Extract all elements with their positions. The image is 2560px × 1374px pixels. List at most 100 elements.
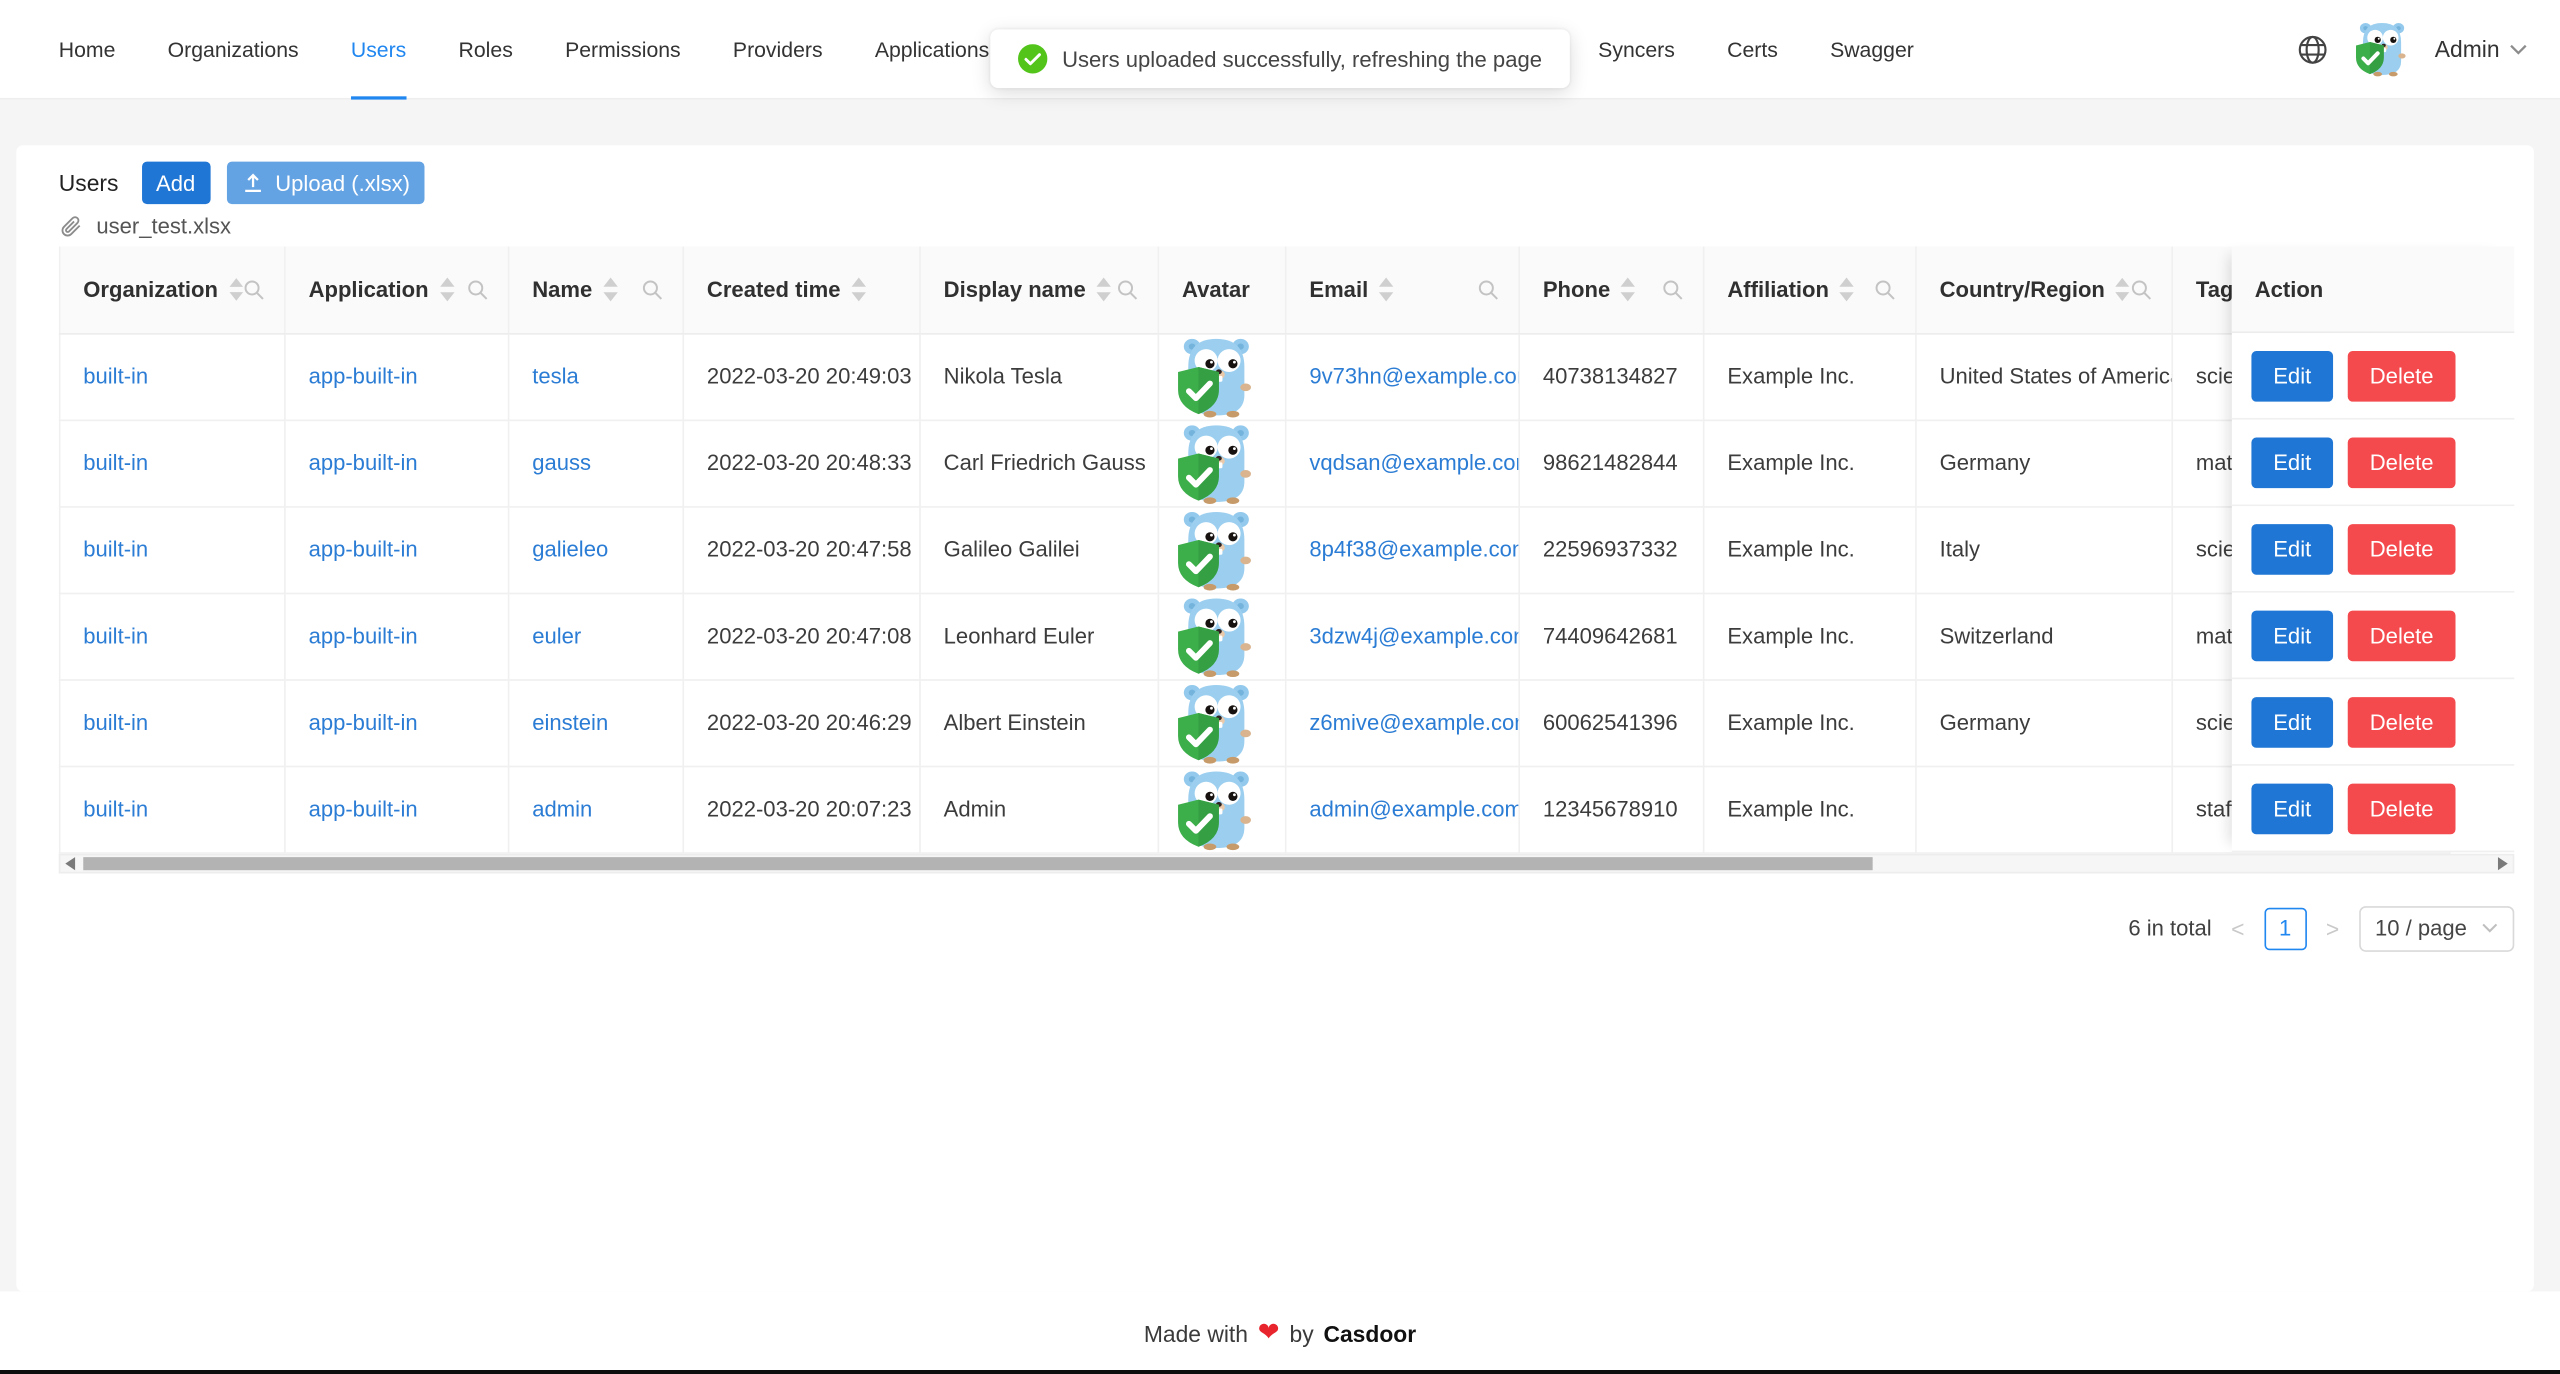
page-number[interactable]: 1 (2263, 906, 2307, 950)
delete-button[interactable]: Delete (2347, 436, 2456, 488)
column-header-country-region[interactable]: Country/Region (1915, 246, 2174, 334)
edit-button[interactable]: Edit (2251, 523, 2334, 574)
affiliation-cell: Example Inc. (1703, 506, 1917, 594)
nav-item-home[interactable]: Home (33, 0, 142, 98)
delete-button[interactable]: Delete (2347, 523, 2456, 574)
column-label: Name (532, 277, 593, 302)
sort-icon[interactable] (1378, 277, 1394, 301)
organization-link[interactable]: built-in (83, 451, 148, 475)
application-link[interactable]: app-built-in (309, 624, 418, 648)
email-link[interactable]: 8p4f38@example.com (1309, 537, 1517, 561)
scroll-left-arrow[interactable] (60, 855, 80, 871)
upload-xlsx-button[interactable]: Upload (.xlsx) (226, 161, 425, 205)
phone-cell: 12345678910 (1519, 765, 1705, 854)
organization-link[interactable]: built-in (83, 624, 148, 648)
scrollbar-thumb[interactable] (83, 856, 1873, 870)
sort-icon[interactable] (228, 277, 243, 301)
sort-icon[interactable] (602, 277, 618, 301)
column-header-display-name[interactable]: Display name (919, 246, 1160, 334)
search-icon[interactable] (1478, 279, 1499, 300)
user-avatar (1176, 336, 1258, 418)
user-name-link[interactable]: tesla (532, 364, 579, 388)
page-size-select[interactable]: 10 / page (2358, 905, 2515, 952)
column-header-name[interactable]: Name (508, 246, 685, 334)
footer-brand-link[interactable]: Casdoor (1323, 1321, 1416, 1347)
search-icon[interactable] (1662, 279, 1683, 300)
sort-icon[interactable] (1620, 277, 1636, 301)
email-link[interactable]: 9v73hn@example.com (1309, 364, 1517, 388)
application-link[interactable]: app-built-in (309, 364, 418, 388)
sort-icon[interactable] (1839, 277, 1855, 301)
delete-button[interactable]: Delete (2347, 696, 2456, 747)
search-icon[interactable] (2131, 279, 2152, 300)
email-link[interactable]: 3dzw4j@example.com (1309, 624, 1517, 648)
nav-item-syncers[interactable]: Syncers (1572, 0, 1701, 98)
user-menu[interactable]: Admin (2435, 36, 2528, 62)
nav-item-organizations[interactable]: Organizations (142, 0, 325, 98)
next-page-button[interactable]: > (2321, 915, 2344, 941)
user-name-link[interactable]: gauss (532, 451, 591, 475)
column-header-affiliation[interactable]: Affiliation (1703, 246, 1917, 334)
email-link[interactable]: admin@example.com (1309, 797, 1517, 821)
delete-button[interactable]: Delete (2347, 350, 2456, 401)
country-cell: United States of America (1915, 333, 2174, 421)
display-name-cell: Carl Friedrich Gauss (919, 419, 1160, 507)
language-globe-icon[interactable] (2296, 32, 2330, 66)
edit-button[interactable]: Edit (2251, 609, 2334, 661)
user-name-link[interactable]: galieleo (532, 537, 608, 561)
user-name-link[interactable]: einstein (532, 710, 608, 734)
user-name-link[interactable]: admin (532, 797, 592, 821)
edit-button[interactable]: Edit (2251, 782, 2334, 834)
horizontal-scrollbar[interactable] (58, 853, 2515, 873)
affiliation-cell: Example Inc. (1703, 765, 1917, 854)
nav-item-swagger[interactable]: Swagger (1804, 0, 1940, 98)
application-link[interactable]: app-built-in (309, 797, 418, 821)
application-link[interactable]: app-built-in (309, 451, 418, 475)
delete-button[interactable]: Delete (2347, 609, 2456, 661)
search-icon[interactable] (243, 279, 264, 300)
nav-item-certs[interactable]: Certs (1701, 0, 1804, 98)
application-link[interactable]: app-built-in (309, 537, 418, 561)
organization-link[interactable]: built-in (83, 797, 148, 821)
sort-icon[interactable] (2115, 277, 2131, 301)
email-link[interactable]: vqdsan@example.com (1309, 451, 1517, 475)
display-name-cell: Admin (919, 765, 1160, 854)
column-label: Phone (1542, 277, 1611, 302)
search-icon[interactable] (1874, 279, 1895, 300)
column-header-application[interactable]: Application (284, 246, 510, 334)
nav-item-roles[interactable]: Roles (432, 0, 539, 98)
organization-link[interactable]: built-in (83, 537, 148, 561)
nav-item-permissions[interactable]: Permissions (539, 0, 707, 98)
search-icon[interactable] (467, 279, 488, 300)
sort-icon[interactable] (1096, 277, 1112, 301)
search-icon[interactable] (642, 279, 663, 300)
edit-button[interactable]: Edit (2251, 350, 2334, 401)
search-icon[interactable] (1117, 279, 1138, 300)
scroll-right-arrow[interactable] (2493, 855, 2513, 871)
application-link[interactable]: app-built-in (309, 710, 418, 734)
column-header-phone[interactable]: Phone (1519, 246, 1705, 334)
add-user-button[interactable]: Add (141, 161, 210, 205)
created-time-cell: 2022-03-20 20:48:33 (683, 419, 921, 507)
email-link[interactable]: z6mive@example.com (1309, 710, 1517, 734)
column-header-email[interactable]: Email (1285, 246, 1520, 334)
column-header-created-time[interactable]: Created time (683, 246, 921, 334)
nav-item-users[interactable]: Users (325, 0, 433, 100)
prev-page-button[interactable]: < (2226, 915, 2249, 941)
column-label: Affiliation (1727, 277, 1829, 302)
edit-button[interactable]: Edit (2251, 696, 2334, 747)
user-name-link[interactable]: euler (532, 624, 581, 648)
sort-icon[interactable] (850, 277, 866, 301)
organization-link[interactable]: built-in (83, 364, 148, 388)
nav-item-providers[interactable]: Providers (707, 0, 849, 98)
delete-button[interactable]: Delete (2347, 782, 2456, 834)
column-header-organization[interactable]: Organization (58, 246, 286, 334)
edit-button[interactable]: Edit (2251, 436, 2334, 488)
sort-icon[interactable] (438, 277, 454, 301)
success-icon (1018, 44, 1048, 74)
uploaded-file-name[interactable]: user_test.xlsx (96, 213, 231, 237)
action-row: Edit Delete (2231, 420, 2515, 507)
user-avatar[interactable] (2355, 21, 2411, 77)
organization-link[interactable]: built-in (83, 710, 148, 734)
column-header-action: Action (2231, 246, 2515, 334)
